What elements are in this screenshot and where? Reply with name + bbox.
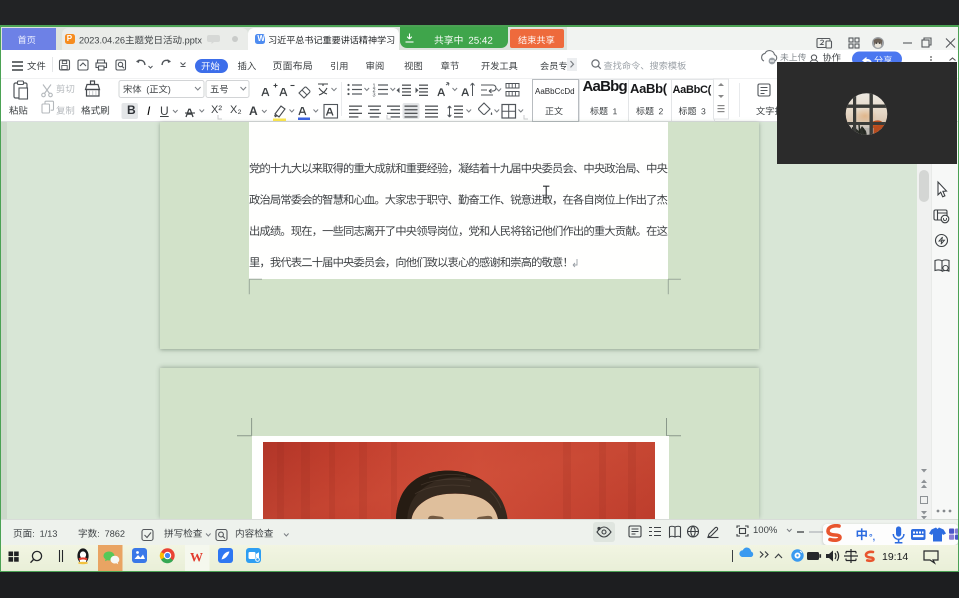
svg-text:°,: °, <box>869 532 875 542</box>
svg-text:W: W <box>190 550 203 565</box>
